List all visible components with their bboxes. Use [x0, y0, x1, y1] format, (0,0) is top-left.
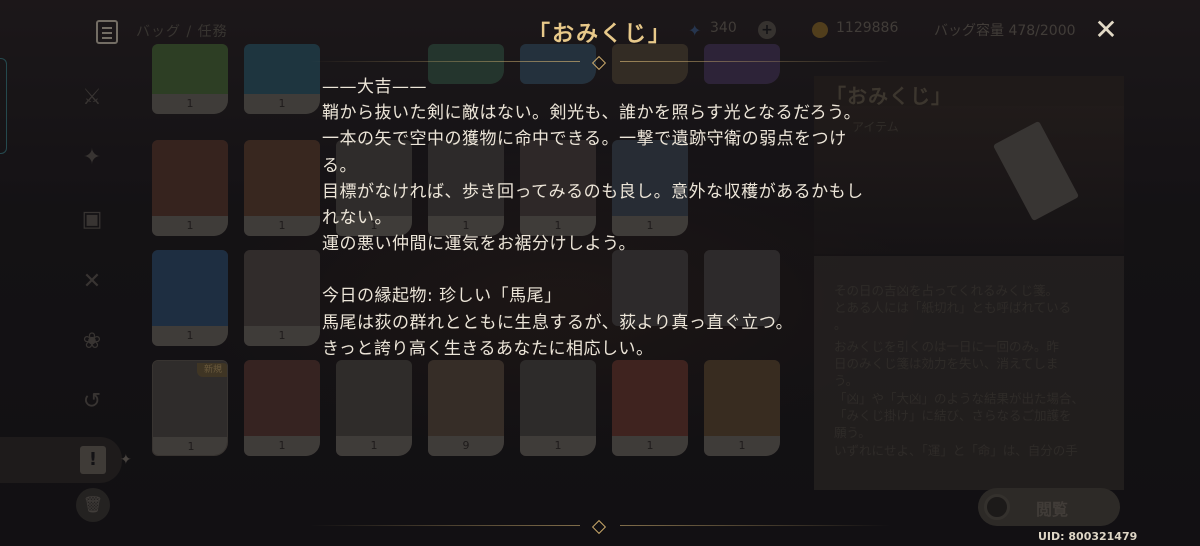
fortune-line: 一本の矢で空中の獲物に命中できる。一撃で遺跡守衛の弱点をつけ: [322, 129, 847, 150]
fortune-line: る。: [322, 155, 357, 176]
fortune-line: 目標がなければ、歩き回ってみるのも良し。意外な収穫があるかもし: [322, 181, 864, 202]
page-title: 「おみくじ」: [527, 21, 672, 47]
lucky-item-line: 今日の縁起物: 珍しい「馬尾」: [322, 286, 562, 307]
close-icon[interactable]: ✕: [1092, 16, 1120, 44]
fortune-line: 運の悪い仲間に運気をお裾分けしよう。: [322, 234, 636, 255]
fortune-line: れない。: [322, 208, 392, 229]
fortune-text: ——大吉—— 鞘から抜いた剣に敵はない。剣光も、誰かを照らす光となるだろう。 一…: [322, 74, 882, 362]
fortune-line: ——大吉——: [322, 77, 427, 97]
fortune-line: きっと誇り高く生きるあなたに相応しい。: [322, 338, 654, 359]
fortune-line: 鞘から抜いた剣に敵はない。剣光も、誰かを照らす光となるだろう。: [322, 103, 862, 124]
title-ornament: [310, 55, 890, 71]
bottom-ornament: [310, 519, 890, 535]
fortune-line: 馬尾は荻の群れとともに生息するが、荻より真っ直ぐ立つ。: [322, 312, 794, 333]
uid-label: UID: 800321479: [1038, 530, 1138, 543]
